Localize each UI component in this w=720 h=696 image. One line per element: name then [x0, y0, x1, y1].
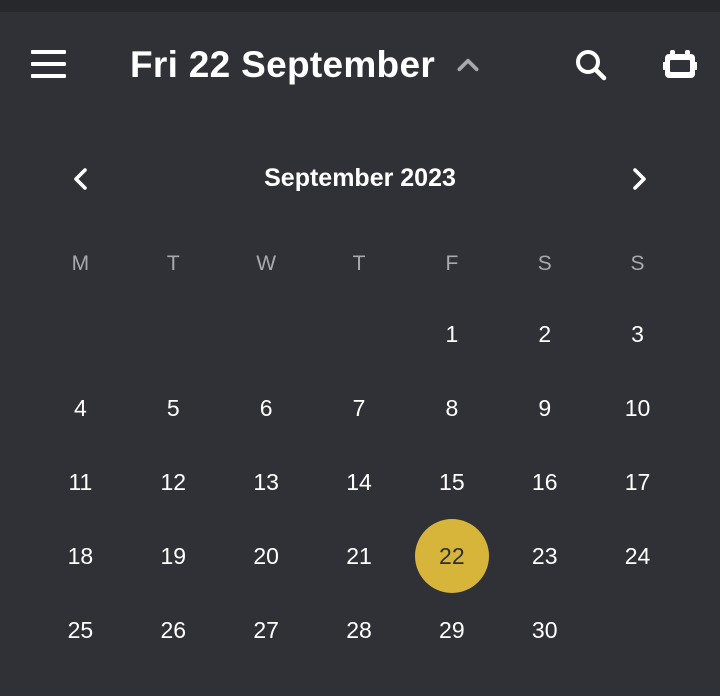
day-cell[interactable]: 11: [34, 445, 127, 519]
day-cell[interactable]: 24: [591, 519, 684, 593]
day-cell[interactable]: 10: [591, 371, 684, 445]
day-number: 26: [160, 616, 187, 643]
day-cell[interactable]: 28: [313, 593, 406, 667]
day-number: 2: [538, 320, 552, 347]
day-number: 11: [68, 468, 93, 495]
day-cell[interactable]: 30: [498, 593, 591, 667]
app-bar: Fri 22 September: [0, 12, 720, 120]
calendar-grid: 1 2 3 4 5 6 7 8 9 10 11 12 13 14 15 16 17 18 19 20 21 22 23 24 2…: [34, 297, 684, 667]
status-strip: [0, 0, 720, 12]
weekday-label: T: [352, 252, 366, 275]
empty-day-cell: [34, 297, 127, 371]
day-cell[interactable]: 7: [313, 371, 406, 445]
day-number: 16: [531, 468, 558, 495]
day-number: 15: [439, 468, 465, 495]
day-cell[interactable]: 20: [220, 519, 313, 593]
day-cell[interactable]: 5: [127, 371, 220, 445]
month-navigation: September 2023: [0, 152, 720, 208]
page-title: Fri 22 September: [130, 44, 436, 85]
day-number: 19: [160, 542, 187, 569]
chevron-up-icon: [457, 58, 479, 72]
weekday-label: F: [445, 252, 459, 275]
day-cell[interactable]: 26: [127, 593, 220, 667]
day-cell[interactable]: 23: [498, 519, 591, 593]
day-number: 8: [445, 394, 459, 421]
day-number: 6: [259, 394, 273, 421]
day-cell[interactable]: 14: [313, 445, 406, 519]
day-cell[interactable]: 29: [405, 593, 498, 667]
day-number: 1: [445, 320, 459, 347]
day-number: 3: [631, 320, 644, 347]
day-number: 4: [74, 394, 87, 421]
day-cell[interactable]: 2: [498, 297, 591, 371]
next-month-button[interactable]: [622, 162, 656, 196]
day-number: 21: [346, 542, 372, 569]
day-cell[interactable]: 1: [405, 297, 498, 371]
day-number: 29: [439, 616, 465, 643]
selected-day-cell[interactable]: 22: [405, 519, 498, 593]
day-number: 27: [253, 616, 279, 643]
day-number: 23: [531, 542, 558, 569]
day-number: 12: [160, 468, 187, 495]
day-number: 7: [352, 394, 366, 421]
chevron-right-icon: [633, 168, 646, 190]
empty-day-cell: [127, 297, 220, 371]
empty-day-cell: [591, 593, 684, 667]
empty-day-cell: [313, 297, 406, 371]
today-button[interactable]: [662, 48, 698, 82]
weekday-label: T: [166, 252, 180, 275]
day-cell[interactable]: 3: [591, 297, 684, 371]
day-cell[interactable]: 12: [127, 445, 220, 519]
date-title-toggle[interactable]: Fri 22 September: [130, 40, 481, 90]
day-number: 17: [624, 468, 651, 495]
day-cell[interactable]: 6: [220, 371, 313, 445]
day-number: 25: [67, 616, 94, 643]
day-cell[interactable]: 4: [34, 371, 127, 445]
weekday-label: W: [256, 252, 277, 275]
day-number: 14: [346, 468, 372, 495]
day-number: 5: [166, 394, 180, 421]
day-number: 18: [67, 542, 94, 569]
day-cell[interactable]: 25: [34, 593, 127, 667]
weekday-label: S: [630, 252, 645, 275]
day-cell[interactable]: 19: [127, 519, 220, 593]
month-label: September 2023: [264, 164, 456, 192]
day-cell[interactable]: 8: [405, 371, 498, 445]
weekday-label: M: [71, 252, 90, 275]
search-button[interactable]: [574, 48, 608, 82]
day-number: 30: [531, 616, 558, 643]
day-cell[interactable]: 21: [313, 519, 406, 593]
day-number: 9: [538, 394, 552, 421]
weekday-header: M T W T F S S: [34, 246, 684, 282]
day-cell[interactable]: 15: [405, 445, 498, 519]
day-number: 13: [253, 468, 279, 495]
menu-button[interactable]: [28, 46, 70, 84]
day-cell[interactable]: 16: [498, 445, 591, 519]
day-cell[interactable]: 18: [34, 519, 127, 593]
day-number: 28: [346, 616, 372, 643]
weekday-label: S: [537, 252, 552, 275]
day-cell[interactable]: 13: [220, 445, 313, 519]
day-cell[interactable]: 27: [220, 593, 313, 667]
empty-day-cell: [220, 297, 313, 371]
day-number: 24: [624, 542, 651, 569]
day-number: 22: [414, 519, 489, 593]
calendar-today-icon: [663, 50, 697, 78]
day-number: 20: [253, 542, 279, 569]
search-icon: [576, 50, 607, 81]
day-cell[interactable]: 17: [591, 445, 684, 519]
day-number: 10: [624, 394, 651, 421]
day-cell[interactable]: 9: [498, 371, 591, 445]
